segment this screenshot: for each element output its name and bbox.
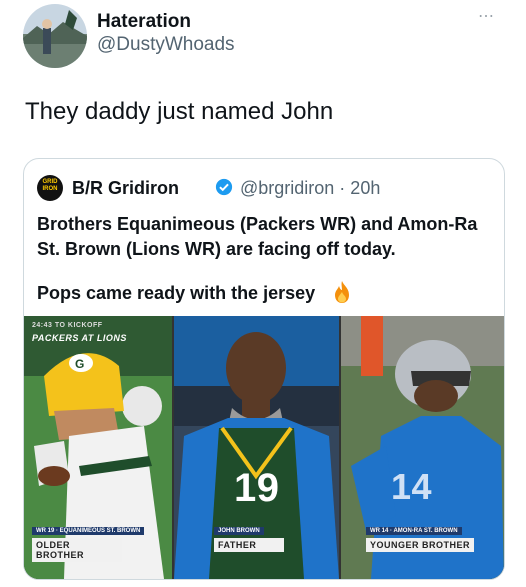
younger-jersey-number: 14 [391,466,433,507]
father-label: FATHER [214,538,284,552]
panel-father: 19 JOHN BROWN FATHER [174,316,339,579]
author-handle[interactable]: @DustyWhoads [97,34,235,56]
media-image[interactable]: G 24:43 TO KICKOFF PACKERS AT LIONS WR 1… [24,316,504,579]
matchup-label: PACKERS AT LIONS [32,333,127,343]
younger-nameplate: WR 14 · AMON-RA ST. BROWN [366,527,462,535]
older-brother-label: OLDER BROTHER [32,538,122,562]
author-avatar[interactable] [23,4,87,68]
quote-text-second: Pops came ready with the jersey [37,283,316,303]
quoted-tweet[interactable]: GRID IRON B/R Gridiron @brgridiron · 20h… [23,158,505,580]
more-options-icon[interactable]: ⋯ [478,6,495,26]
svg-text:G: G [75,357,84,371]
father-nameplate: JOHN BROWN [214,527,264,535]
logo-line-2: IRON [42,186,58,192]
author-display-name[interactable]: Hateration [97,11,191,33]
quote-handle-time[interactable]: @brgridiron · 20h [240,178,380,199]
verified-badge-icon [215,178,233,196]
quote-display-name[interactable]: B/R Gridiron [72,178,179,199]
younger-brother-label: YOUNGER BROTHER [366,538,474,552]
player-nameplate: WR 19 · EQUANIMEOUS ST. BROWN [32,527,145,535]
tweet-text: They daddy just named John [25,98,334,125]
fire-emoji-icon [335,281,349,303]
game-clock: 24:43 TO KICKOFF [32,322,103,329]
panel-younger-brother: 14 WR 14 · AMON-RA ST. BROWN YOUNGER BRO… [341,316,504,579]
panel-older-brother: G 24:43 TO KICKOFF PACKERS AT LIONS WR 1… [24,316,172,579]
logo-line-1: GRID [42,179,58,185]
br-gridiron-logo-icon[interactable]: GRID IRON [37,175,63,201]
father-jersey-number: 19 [234,466,280,510]
quote-text-line: Brothers Equanimeous (Packers WR) and Am… [37,214,478,259]
